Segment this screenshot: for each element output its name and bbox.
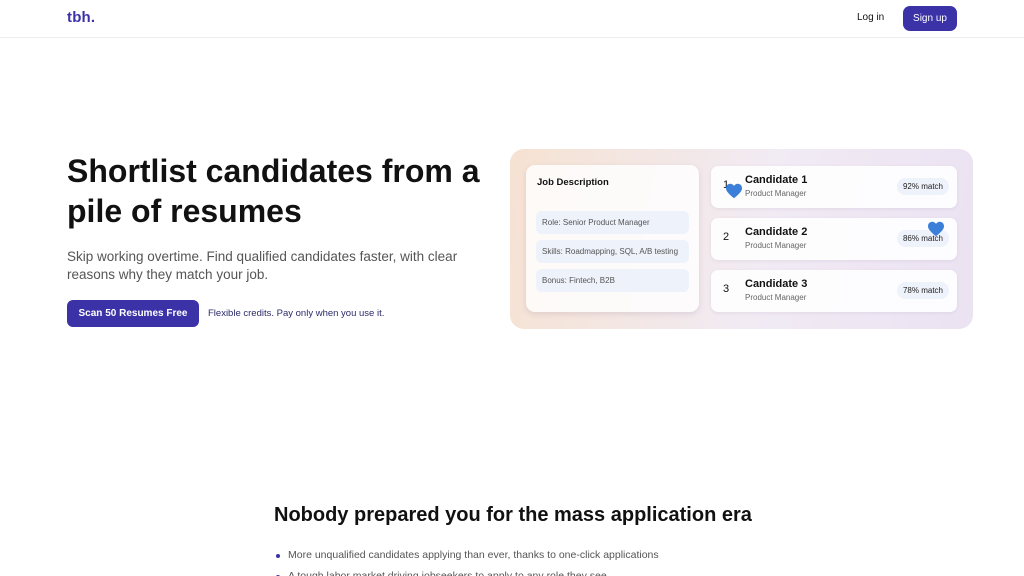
candidate-card: 3 Candidate 3 Product Manager 78% match xyxy=(711,270,957,312)
candidate-card: 2 Candidate 2 Product Manager 86% match xyxy=(711,218,957,260)
candidate-name: Candidate 1 xyxy=(745,174,808,186)
scan-resumes-button[interactable]: Scan 50 Resumes Free xyxy=(67,300,199,327)
job-description-panel: Job Description Role: Senior Product Man… xyxy=(526,165,699,312)
hero-title: Shortlist candidates from a pile of resu… xyxy=(67,153,480,229)
problem-list: More unqualified candidates applying tha… xyxy=(274,545,774,576)
cta-note: Flexible credits. Pay only when you use … xyxy=(208,308,385,319)
blue-heart-icon xyxy=(928,221,944,237)
logo[interactable]: tbh. xyxy=(67,9,95,26)
candidate-rank: 3 xyxy=(723,283,730,295)
candidate-name: Candidate 2 xyxy=(745,226,808,238)
list-item: More unqualified candidates applying tha… xyxy=(274,545,774,566)
jd-item-skills: Skills: Roadmapping, SQL, A/B testing xyxy=(536,240,689,263)
jd-item-bonus: Bonus: Fintech, B2B xyxy=(536,269,689,292)
candidate-role: Product Manager xyxy=(745,189,807,198)
top-nav: tbh. Log in Sign up xyxy=(0,0,1024,38)
login-link[interactable]: Log in xyxy=(857,12,884,23)
candidate-rank: 2 xyxy=(723,231,730,243)
jd-item-role: Role: Senior Product Manager xyxy=(536,211,689,234)
job-description-title: Job Description xyxy=(537,177,609,188)
signup-button[interactable]: Sign up xyxy=(903,6,957,31)
candidate-card: 1 Candidate 1 Product Manager 92% match xyxy=(711,166,957,208)
list-item: A tough labor market driving jobseekers … xyxy=(274,566,774,576)
match-badge: 78% match xyxy=(896,282,949,299)
hero-subtitle: Skip working overtime. Find qualified ca… xyxy=(67,249,458,282)
match-badge: 92% match xyxy=(896,178,949,195)
section-title: Nobody prepared you for the mass applica… xyxy=(274,504,752,526)
candidate-role: Product Manager xyxy=(745,241,807,250)
candidate-name: Candidate 3 xyxy=(745,278,808,290)
blue-heart-icon xyxy=(726,183,742,199)
candidate-role: Product Manager xyxy=(745,293,807,302)
